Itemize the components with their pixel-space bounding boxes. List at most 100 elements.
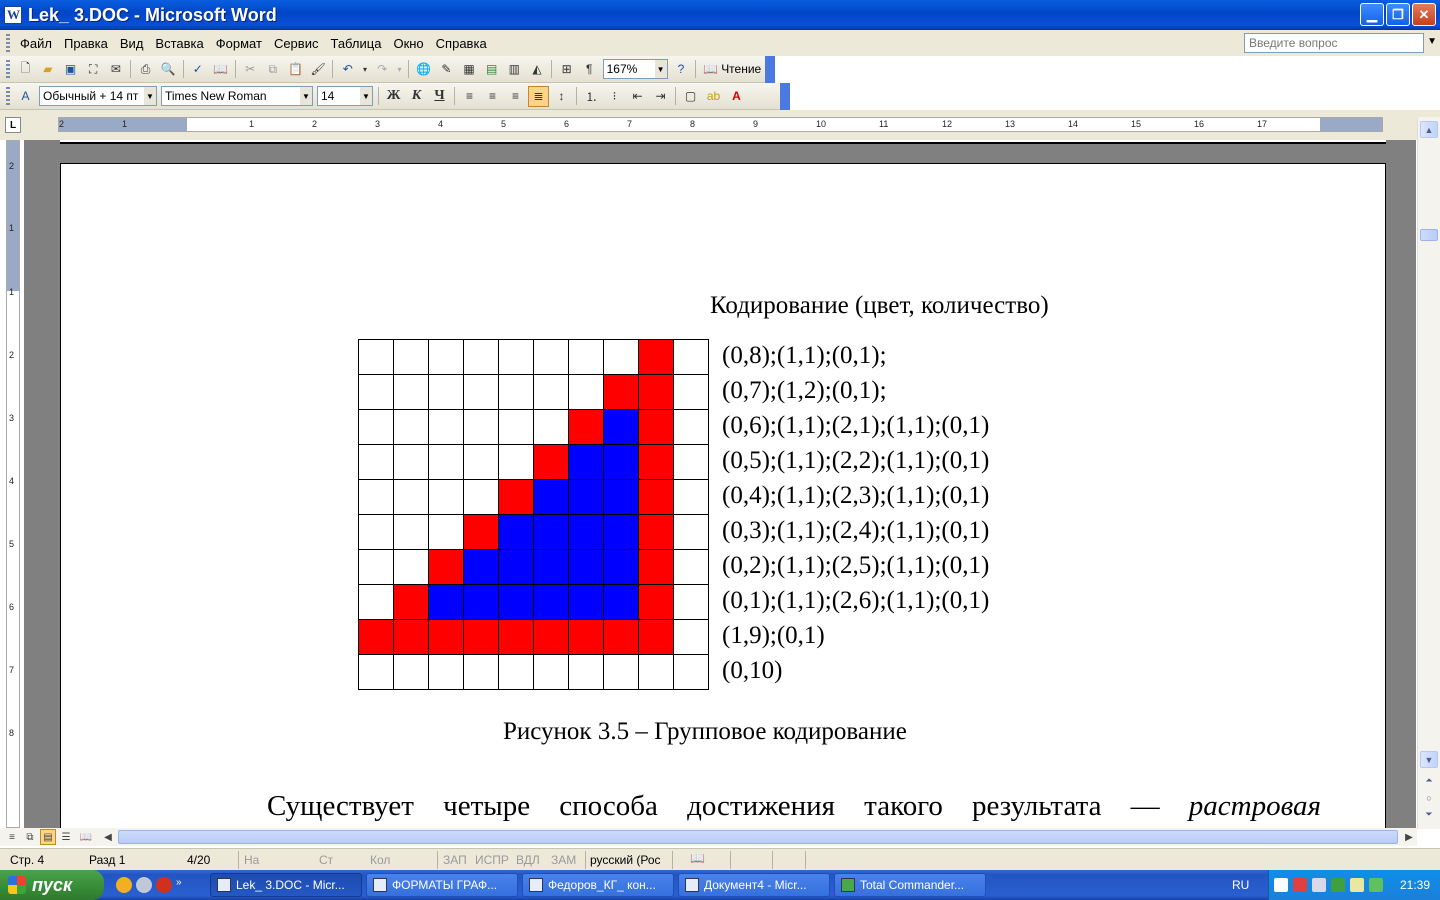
help-icon[interactable]: ?: [671, 59, 692, 80]
font-color-icon[interactable]: A: [726, 86, 747, 107]
align-left-icon[interactable]: ≡: [459, 86, 480, 107]
toolbar-grip[interactable]: [6, 60, 10, 78]
next-page-icon[interactable]: ⏷: [1420, 806, 1438, 823]
columns-icon[interactable]: ▥: [504, 59, 525, 80]
insert-excel-icon[interactable]: ▤: [481, 59, 502, 80]
quick-launch-expand-icon[interactable]: »: [176, 877, 192, 893]
menu-format[interactable]: Формат: [210, 34, 268, 53]
minimize-button[interactable]: ▁: [1360, 3, 1384, 26]
email-icon[interactable]: ✉: [106, 59, 127, 80]
toolbar-options-icon[interactable]: [780, 82, 790, 110]
toolbar-grip[interactable]: [6, 87, 10, 105]
menu-insert[interactable]: Вставка: [149, 34, 209, 53]
permission-icon[interactable]: ⛶: [83, 59, 104, 80]
spelling-status-icon[interactable]: 📖: [690, 851, 705, 865]
normal-view-icon[interactable]: ≡: [4, 829, 20, 845]
status-language[interactable]: русский (Рос: [590, 853, 661, 867]
document-page[interactable]: Кодирование (цвет, количество) (0,8);(1,…: [60, 163, 1386, 828]
horizontal-scrollbar[interactable]: ≡ ⧉ ▤ ☰ 📖 ◀ ▶: [0, 828, 1417, 846]
menu-tools[interactable]: Сервис: [268, 34, 325, 53]
scroll-left-icon[interactable]: ◀: [100, 829, 116, 845]
horizontal-ruler[interactable]: 2 1 1 2 3 4 5 6 7 8 9 10 11 12 13 14 15 16 17: [58, 117, 1383, 132]
quick-launch-app-icon[interactable]: [116, 877, 132, 893]
cut-icon[interactable]: ✂: [240, 59, 261, 80]
decrease-indent-icon[interactable]: ⇤: [627, 86, 648, 107]
styles-pane-icon[interactable]: A: [15, 86, 36, 107]
antivirus-icon[interactable]: [1293, 878, 1307, 892]
justify-icon[interactable]: ≣: [528, 85, 549, 107]
insert-table-icon[interactable]: ▦: [459, 59, 480, 80]
scroll-down-icon[interactable]: ▼: [1420, 751, 1438, 768]
printer-icon[interactable]: [1350, 878, 1364, 892]
hyperlink-icon[interactable]: 🌐: [413, 59, 434, 80]
italic-button[interactable]: К: [406, 86, 427, 107]
tab-selector[interactable]: L: [5, 117, 21, 133]
toolbar-options-icon[interactable]: [765, 55, 776, 83]
redo-dropdown-icon[interactable]: ▾: [395, 59, 405, 80]
redo-icon[interactable]: ↷: [372, 59, 393, 80]
undo-dropdown-icon[interactable]: ▾: [360, 59, 370, 80]
help-dropdown-icon[interactable]: ▼: [1427, 36, 1437, 47]
bold-button[interactable]: Ж: [383, 86, 404, 107]
task-button-formats[interactable]: ФОРМАТЫ ГРАФ...: [366, 873, 518, 897]
web-view-icon[interactable]: ⧉: [22, 829, 38, 845]
restore-button[interactable]: ❐: [1386, 3, 1410, 26]
save-icon[interactable]: ▣: [60, 59, 81, 80]
print-layout-view-icon[interactable]: ▤: [40, 829, 56, 845]
new-document-icon[interactable]: 🗋: [15, 59, 36, 80]
print-icon[interactable]: ⎙: [135, 59, 156, 80]
tray-app-icon[interactable]: [1369, 878, 1383, 892]
prev-page-icon[interactable]: ⏶: [1420, 772, 1438, 789]
format-painter-icon[interactable]: 🖌: [308, 59, 329, 80]
reading-mode-button[interactable]: 📖 Чтение: [699, 62, 765, 76]
status-overtype[interactable]: ЗАМ: [551, 853, 576, 867]
numbering-icon[interactable]: ⒈: [581, 86, 602, 107]
undo-icon[interactable]: ↶: [337, 59, 358, 80]
align-center-icon[interactable]: ≡: [482, 86, 503, 107]
font-size-combo[interactable]: 14 ▼: [317, 86, 373, 106]
menu-edit[interactable]: Правка: [58, 34, 114, 53]
show-formatting-icon[interactable]: ¶: [579, 59, 600, 80]
zoom-dropdown-icon[interactable]: ▼: [654, 60, 667, 78]
help-search-input[interactable]: Введите вопрос ▼: [1244, 33, 1437, 53]
title-bar[interactable]: Lek_ 3.DOC - Microsoft Word ▁ ❐ ✕: [0, 0, 1440, 30]
menu-help[interactable]: Справка: [430, 34, 493, 53]
copy-icon[interactable]: ⧉: [262, 59, 283, 80]
scroll-thumb[interactable]: [1420, 229, 1438, 241]
borders-icon[interactable]: ▢: [680, 86, 701, 107]
scroll-right-icon[interactable]: ▶: [1401, 829, 1417, 845]
highlight-icon[interactable]: ab: [703, 86, 724, 107]
bullets-icon[interactable]: ⁝: [604, 86, 625, 107]
paste-icon[interactable]: 📋: [285, 59, 306, 80]
reading-view-icon[interactable]: 📖: [78, 829, 94, 845]
quick-launch-app-icon[interactable]: [136, 877, 152, 893]
horizontal-scroll-thumb[interactable]: [118, 830, 1398, 844]
menu-window[interactable]: Окно: [387, 34, 429, 53]
task-button-total-commander[interactable]: Total Commander...: [834, 873, 986, 897]
vertical-ruler[interactable]: 2 1 1 2 3 4 5 6 7 8: [6, 140, 20, 828]
research-icon[interactable]: 📖: [210, 59, 231, 80]
task-button-word-lek[interactable]: Lek_ 3.DOC - Micr...: [210, 873, 362, 897]
tables-borders-icon[interactable]: ✎: [436, 59, 457, 80]
vertical-scrollbar[interactable]: ▲ ▼ ⏶ ○ ⏷: [1417, 117, 1440, 829]
menu-table[interactable]: Таблица: [324, 34, 387, 53]
close-button[interactable]: ✕: [1412, 3, 1436, 26]
menu-grip[interactable]: [6, 34, 10, 52]
status-track-changes[interactable]: ИСПР: [475, 853, 509, 867]
status-record[interactable]: ЗАП: [443, 853, 467, 867]
print-preview-icon[interactable]: 🔍: [158, 59, 179, 80]
outline-view-icon[interactable]: ☰: [58, 829, 74, 845]
task-button-fedorov[interactable]: Федоров_КГ_ кон...: [522, 873, 674, 897]
drawing-icon[interactable]: ◭: [527, 59, 548, 80]
clock[interactable]: 21:39: [1400, 878, 1430, 892]
document-map-icon[interactable]: ⊞: [556, 59, 577, 80]
menu-view[interactable]: Вид: [114, 34, 150, 53]
status-extend[interactable]: ВДЛ: [516, 853, 540, 867]
browse-object-icon[interactable]: ○: [1420, 789, 1438, 806]
menu-file[interactable]: Файл: [14, 34, 58, 53]
network-icon[interactable]: [1274, 878, 1288, 892]
style-combo[interactable]: Обычный + 14 пт ▼: [39, 86, 157, 106]
word-doc-icon[interactable]: [4, 6, 22, 24]
open-folder-icon[interactable]: ▰: [38, 59, 59, 80]
usb-icon[interactable]: [1331, 878, 1345, 892]
